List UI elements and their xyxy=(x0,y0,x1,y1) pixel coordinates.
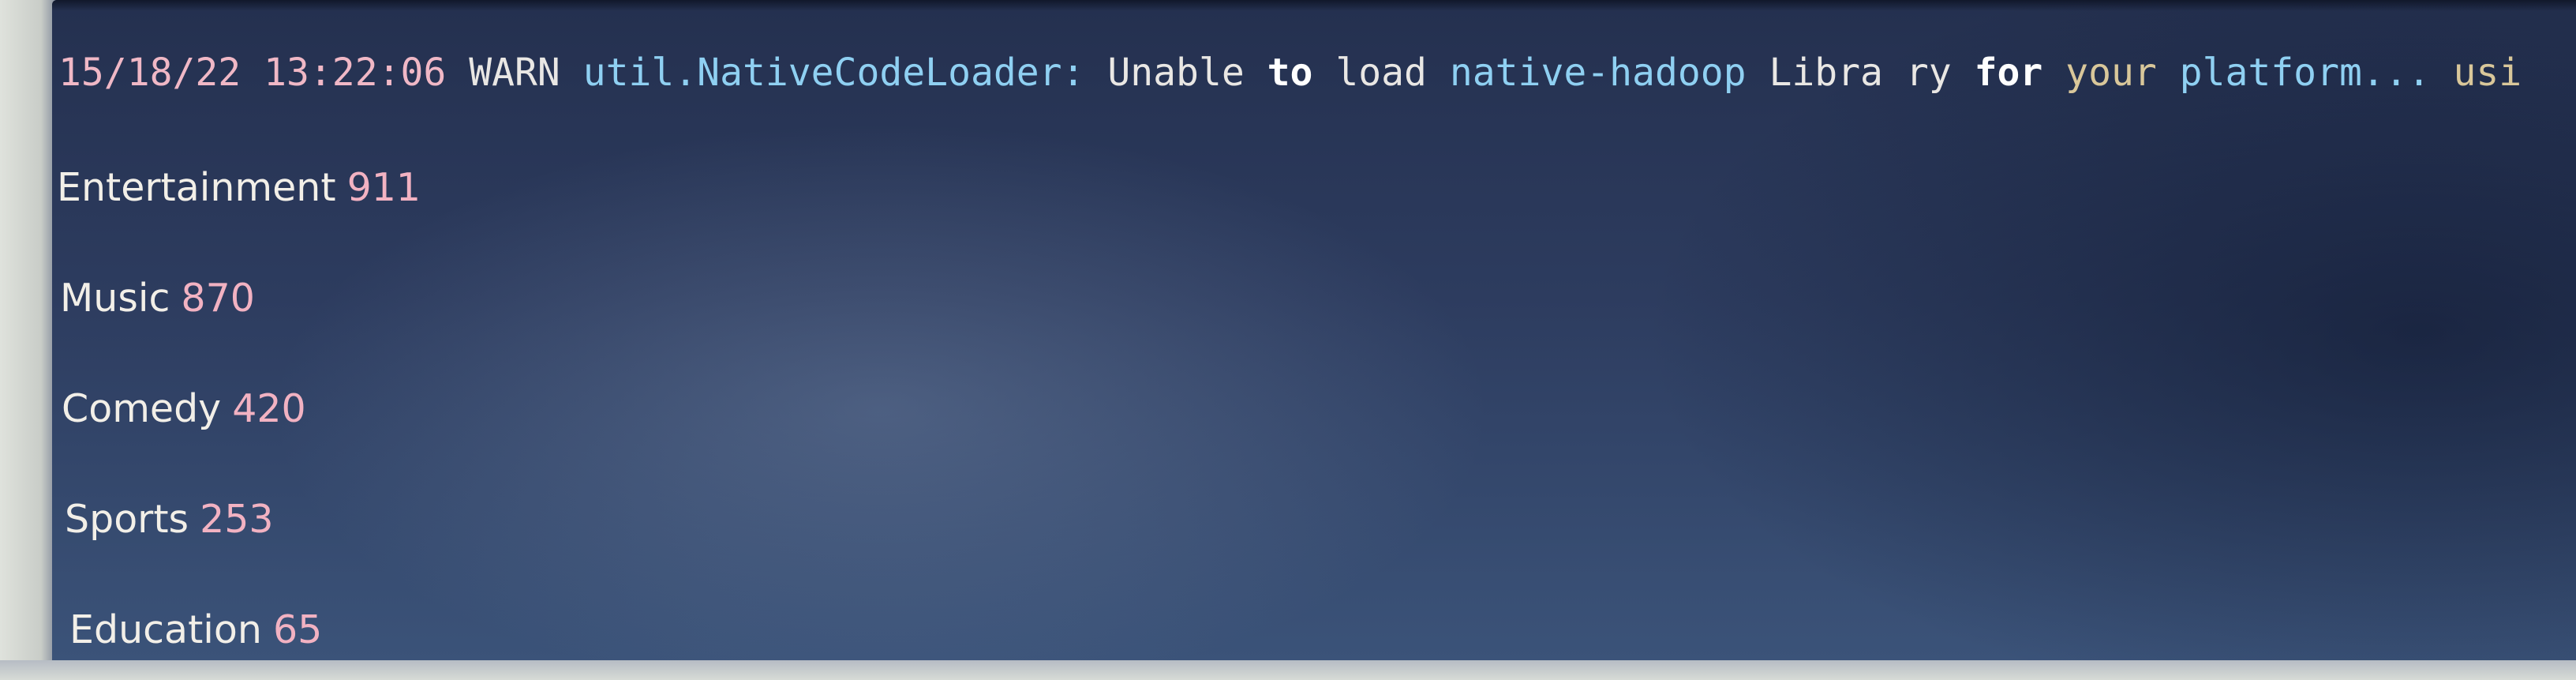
result-row-sports: Sports 253 xyxy=(65,496,274,543)
log-word-your: your xyxy=(2065,51,2157,95)
log-word-load: load xyxy=(1335,51,1427,95)
log-word-platform: platform... xyxy=(2179,51,2431,95)
result-row-comedy: Comedy 420 xyxy=(62,385,306,433)
result-row-education: Education 65 xyxy=(69,607,322,654)
log-level: WARN xyxy=(469,51,560,95)
result-category: Comedy xyxy=(62,386,222,431)
log-time: 13:22:06 xyxy=(264,51,447,95)
log-logger: util.NativeCodeLoader: xyxy=(582,51,1085,95)
log-word-for: for xyxy=(1974,51,2043,95)
log-word-libra: Libra xyxy=(1769,51,1883,95)
result-category: Entertainment xyxy=(57,165,336,210)
log-word-truncated: usi xyxy=(2453,51,2522,95)
result-count: 420 xyxy=(232,386,306,431)
result-category: Sports xyxy=(65,497,189,542)
terminal-window[interactable]: 15/18/22 13:22:06 WARN util.NativeCodeLo… xyxy=(52,0,2576,660)
result-row-music: Music 870 xyxy=(60,275,255,322)
result-count: 253 xyxy=(200,497,274,542)
log-warning-line: 15/18/22 13:22:06 WARN util.NativeCodeLo… xyxy=(58,49,2522,96)
result-count: 65 xyxy=(272,607,323,652)
log-word-ry: ry xyxy=(1905,51,1952,95)
result-category: Music xyxy=(60,276,170,321)
log-word-native-hadoop: native-hadoop xyxy=(1449,51,1747,95)
result-count: 870 xyxy=(181,276,255,321)
monitor-bezel-left xyxy=(0,0,58,680)
result-count: 911 xyxy=(346,165,421,210)
log-date: 15/18/22 xyxy=(58,51,242,95)
result-category: Education xyxy=(69,607,262,652)
log-word-to: to xyxy=(1267,51,1313,95)
monitor-bezel-bottom xyxy=(0,660,2576,680)
terminal-top-edge xyxy=(52,0,2576,11)
result-row-entertainment: Entertainment 911 xyxy=(57,164,421,212)
log-word-unable: Unable xyxy=(1107,51,1245,95)
